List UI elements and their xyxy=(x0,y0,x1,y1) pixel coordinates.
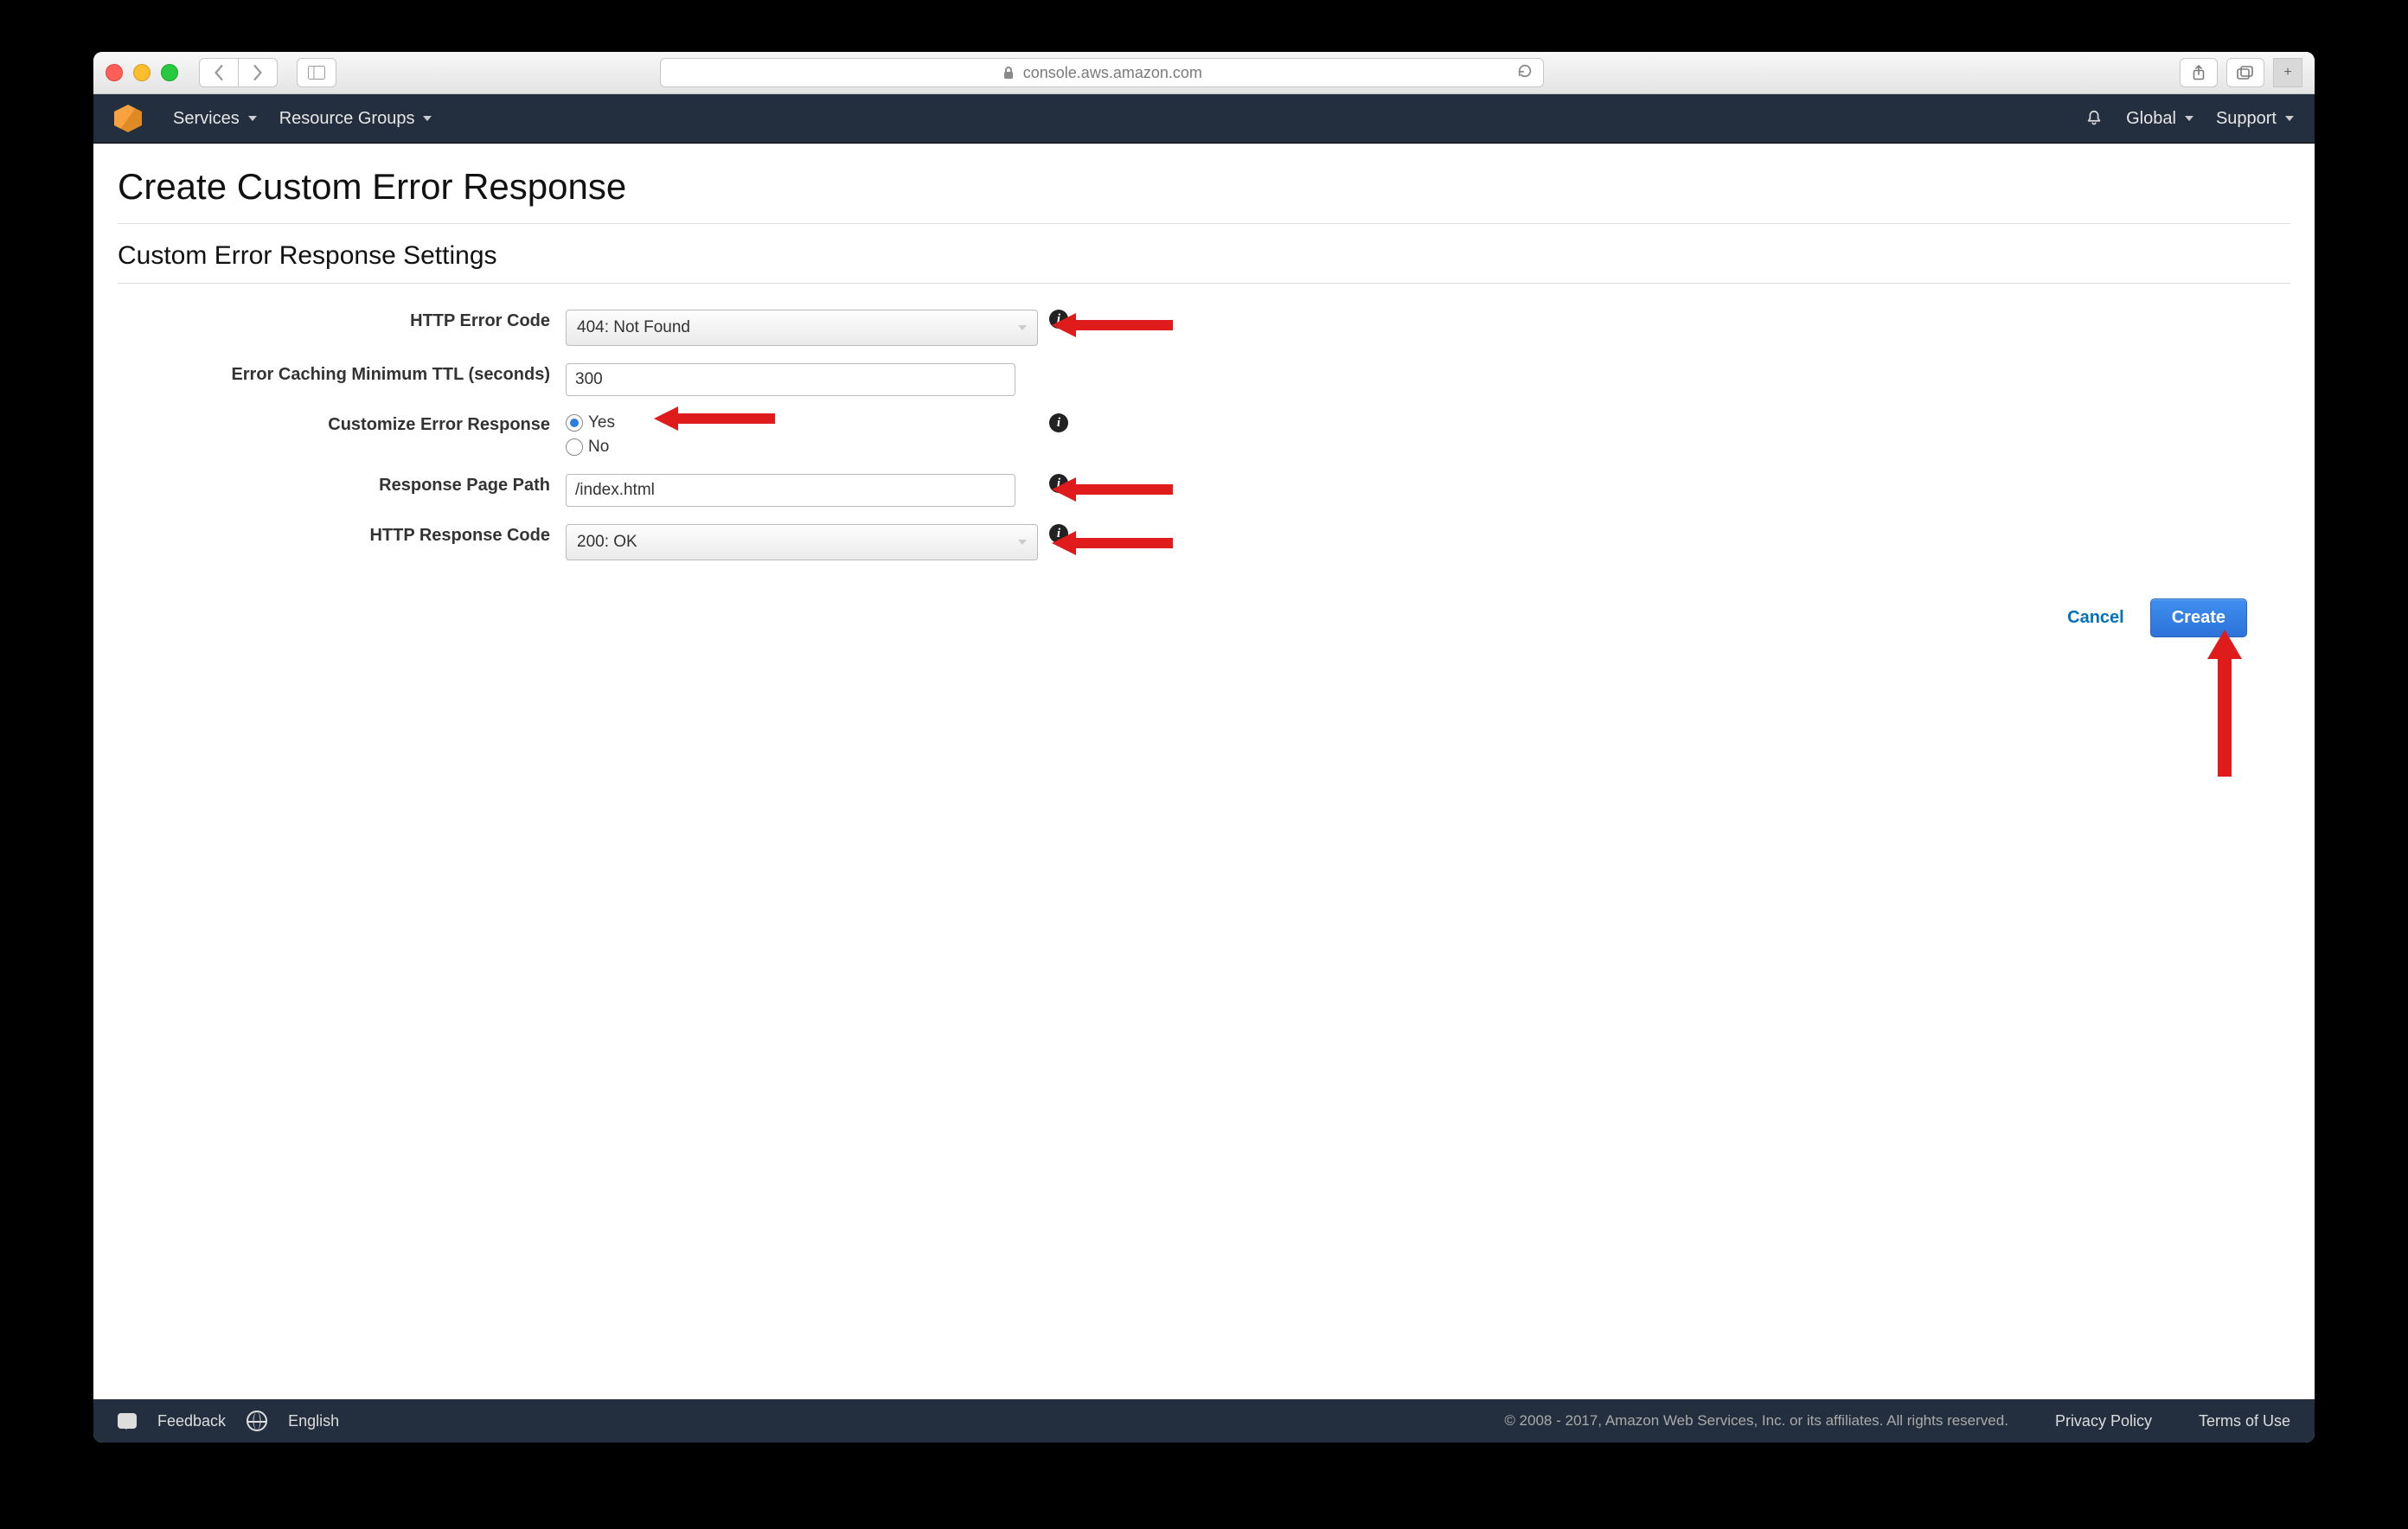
footer-privacy[interactable]: Privacy Policy xyxy=(2055,1412,2152,1430)
row-http-response-code: HTTP Response Code 200: OK i xyxy=(118,515,2290,569)
input-response-path[interactable] xyxy=(566,474,1015,507)
address-host: console.aws.amazon.com xyxy=(1023,64,1202,82)
radio-icon xyxy=(566,414,583,432)
label-http-response-code: HTTP Response Code xyxy=(118,524,566,547)
stage: console.aws.amazon.com + Services xyxy=(0,0,2408,1529)
chevron-down-icon xyxy=(248,116,257,121)
browser-toolbar: console.aws.amazon.com + xyxy=(93,52,2315,94)
new-tab-button[interactable]: + xyxy=(2273,58,2302,87)
lock-icon xyxy=(1002,66,1015,80)
footer-language[interactable]: English xyxy=(288,1412,339,1430)
annotation-arrow-up-icon xyxy=(2207,630,2242,777)
globe-icon xyxy=(247,1411,267,1431)
minimize-window-button[interactable] xyxy=(133,64,150,81)
aws-footer: Feedback English © 2008 - 2017, Amazon W… xyxy=(93,1399,2315,1443)
divider xyxy=(118,223,2290,224)
nav-resource-groups-label: Resource Groups xyxy=(279,109,415,129)
forward-button[interactable] xyxy=(239,58,278,87)
page-content: Create Custom Error Response Custom Erro… xyxy=(93,144,2315,1399)
select-http-error-code[interactable]: 404: Not Found xyxy=(566,310,1038,346)
feedback-icon xyxy=(118,1413,137,1429)
radio-icon xyxy=(566,438,583,456)
row-customize: Customize Error Response Yes No i xyxy=(118,405,2290,465)
annotation-arrow-icon xyxy=(654,406,775,431)
select-http-response-code-value: 200: OK xyxy=(577,533,637,552)
tabs-button[interactable] xyxy=(2226,58,2264,87)
nav-services[interactable]: Services xyxy=(173,109,257,129)
nav-region-label: Global xyxy=(2126,109,2176,129)
back-button[interactable] xyxy=(199,58,239,87)
nav-region[interactable]: Global xyxy=(2126,109,2193,129)
annotation-arrow-icon xyxy=(1052,477,1173,502)
cancel-link[interactable]: Cancel xyxy=(2067,608,2124,628)
row-response-path: Response Page Path i xyxy=(118,465,2290,515)
annotation-arrow-icon xyxy=(1052,531,1173,555)
label-http-error-code: HTTP Error Code xyxy=(118,310,566,332)
share-button[interactable] xyxy=(2180,58,2218,87)
reload-icon[interactable] xyxy=(1517,63,1533,83)
select-http-error-code-value: 404: Not Found xyxy=(577,318,690,337)
radio-customize-yes[interactable]: Yes xyxy=(566,413,1015,432)
sidebar-button[interactable] xyxy=(297,58,336,87)
nav-support[interactable]: Support xyxy=(2216,109,2294,129)
info-icon[interactable]: i xyxy=(1049,413,1068,432)
nav-buttons xyxy=(199,58,278,87)
page-title: Create Custom Error Response xyxy=(118,166,2290,208)
section-title: Custom Error Response Settings xyxy=(118,241,2290,271)
label-response-path: Response Page Path xyxy=(118,474,566,496)
zoom-window-button[interactable] xyxy=(161,64,178,81)
chevron-down-icon xyxy=(2185,116,2193,121)
nav-support-label: Support xyxy=(2216,109,2277,129)
aws-logo-icon[interactable] xyxy=(114,105,142,132)
label-customize: Customize Error Response xyxy=(118,413,566,436)
footer-feedback[interactable]: Feedback xyxy=(157,1412,226,1430)
address-bar[interactable]: console.aws.amazon.com xyxy=(660,58,1544,87)
nav-resource-groups[interactable]: Resource Groups xyxy=(279,109,432,129)
select-http-response-code[interactable]: 200: OK xyxy=(566,524,1038,560)
browser-window: console.aws.amazon.com + Services xyxy=(93,52,2315,1443)
chevron-down-icon xyxy=(423,116,432,121)
row-http-error-code: HTTP Error Code 404: Not Found i xyxy=(118,301,2290,355)
browser-right-controls: + xyxy=(2180,58,2302,87)
close-window-button[interactable] xyxy=(106,64,123,81)
divider xyxy=(118,283,2290,284)
label-error-ttl: Error Caching Minimum TTL (seconds) xyxy=(118,363,566,386)
traffic-lights xyxy=(106,64,178,81)
radio-yes-label: Yes xyxy=(588,413,615,432)
bell-icon xyxy=(2085,109,2104,128)
aws-top-nav: Services Resource Groups Global Support xyxy=(93,94,2315,144)
radio-no-label: No xyxy=(588,438,609,457)
notifications-button[interactable] xyxy=(2085,109,2104,128)
nav-services-label: Services xyxy=(173,109,240,129)
row-error-ttl: Error Caching Minimum TTL (seconds) xyxy=(118,355,2290,405)
radio-customize-no[interactable]: No xyxy=(566,438,1015,457)
input-error-ttl[interactable] xyxy=(566,363,1015,396)
button-row: Cancel Create xyxy=(118,569,2290,637)
chevron-down-icon xyxy=(2285,116,2294,121)
footer-terms[interactable]: Terms of Use xyxy=(2199,1412,2290,1430)
annotation-arrow-icon xyxy=(1052,313,1173,337)
footer-copyright: © 2008 - 2017, Amazon Web Services, Inc.… xyxy=(1504,1412,2008,1430)
